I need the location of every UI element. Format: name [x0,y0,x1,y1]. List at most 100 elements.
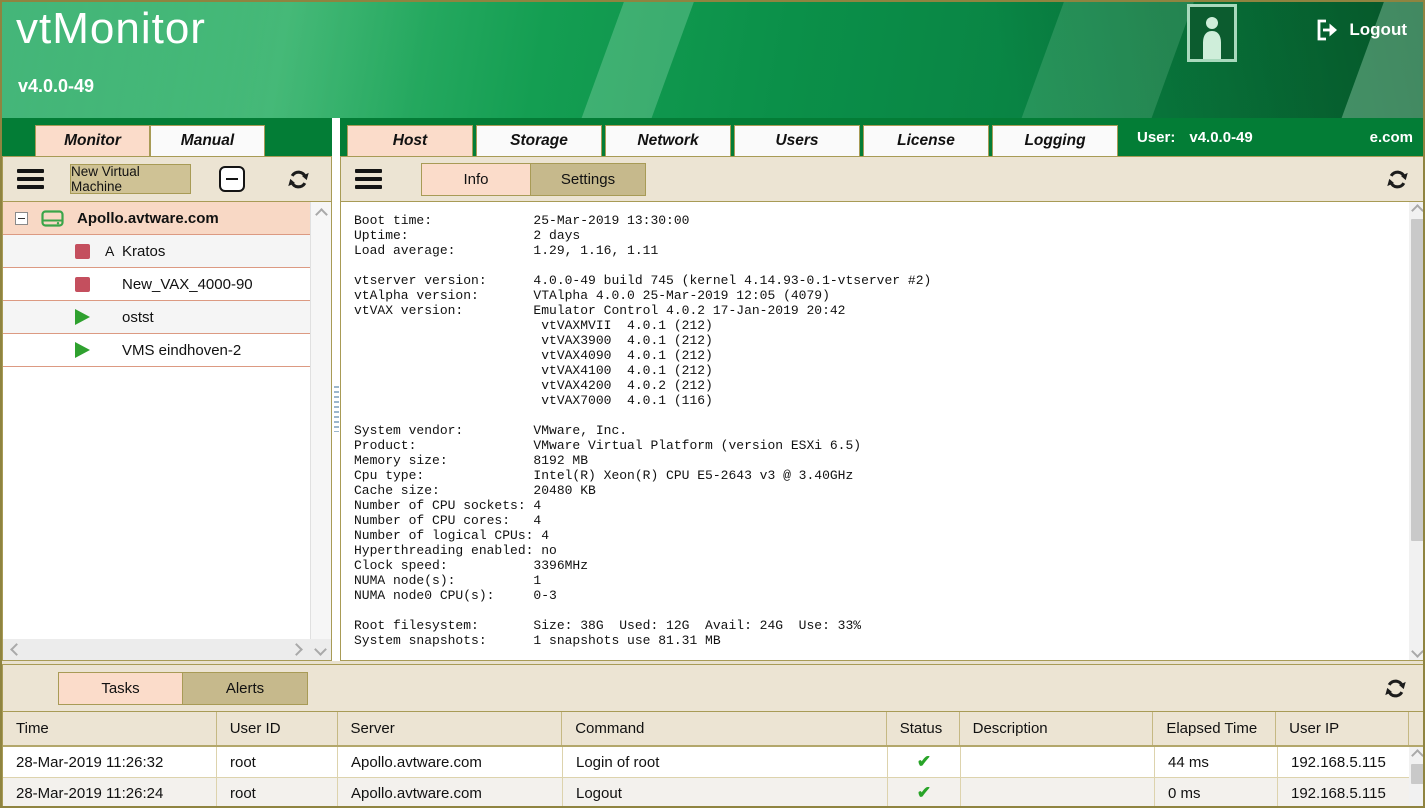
host-detail-toolbar: Info Settings [341,157,1425,202]
app-header: vtMonitor v4.0.0-49 Logout [2,2,1423,118]
scroll-up-arrow[interactable] [1409,747,1425,764]
vm-tree: Apollo.avtware.com A Kratos New_VAX_4000… [3,202,310,639]
cell-time: 28-Mar-2019 11:26:32 [3,747,217,778]
hamburger-bar [355,169,382,173]
tab-users-label: Users [775,132,818,150]
logout-label: Logout [1349,20,1407,40]
vm-name: Kratos [122,243,165,260]
subtab-info-label: Info [463,171,488,188]
tab-row: Monitor Manual Host Storage Network User… [2,118,1423,156]
tree-menu-icon[interactable] [17,169,44,189]
cell-description [961,778,1155,808]
tree-refresh-button[interactable] [286,167,311,192]
cell-user-ip: 192.168.5.115 [1278,747,1411,778]
tab-monitor[interactable]: Monitor [35,125,150,156]
subtab-settings[interactable]: Settings [531,163,646,196]
subtab-settings-label: Settings [561,171,615,188]
tab-logging-label: Logging [1024,132,1085,150]
collapse-node-icon[interactable] [15,212,28,225]
header-art-stripe [1011,2,1203,118]
scroll-up-arrow[interactable] [1409,202,1425,219]
vm-running-icon [75,309,91,326]
column-header-status: Status [887,712,960,745]
status-ok-icon: ✔ [917,752,931,772]
tree-row-vm[interactable]: ostst [3,301,310,334]
column-header-command: Command [562,712,887,745]
cell-command: Logout [563,778,888,808]
logout-button[interactable]: Logout [1315,18,1407,42]
subtab-tasks[interactable]: Tasks [58,672,183,705]
panel-splitter[interactable] [332,156,340,661]
vm-stopped-icon [75,243,91,260]
tree-row-host[interactable]: Apollo.avtware.com [3,202,310,235]
user-info-bar: User: v4.0.0-49 e.com [1121,118,1423,156]
left-tab-strip: Monitor Manual [2,118,332,156]
tab-storage[interactable]: Storage [476,125,602,156]
scroll-up-icon[interactable] [315,208,328,221]
tasks-table-header: Time User ID Server Command Status Descr… [3,712,1425,747]
cell-user-id: root [217,747,338,778]
tab-manual-label: Manual [181,132,234,150]
vm-name: VMS eindhoven-2 [122,342,241,359]
host-name: Apollo.avtware.com [77,210,219,227]
scroll-left-icon[interactable] [10,643,23,656]
tree-row-vm[interactable]: New_VAX_4000-90 [3,268,310,301]
scroll-down-icon[interactable] [314,643,327,656]
cell-user-ip: 192.168.5.115 [1278,778,1411,808]
cell-description [961,747,1155,778]
tree-row-vm[interactable]: VMS eindhoven-2 [3,334,310,367]
tasks-vertical-scrollbar[interactable] [1409,747,1425,808]
table-row[interactable]: 28-Mar-2019 11:26:32 root Apollo.avtware… [3,747,1425,778]
subtab-alerts[interactable]: Alerts [183,672,308,705]
new-virtual-machine-button[interactable]: New Virtual Machine [70,164,191,194]
person-icon [1197,15,1227,59]
scroll-right-icon[interactable] [290,643,303,656]
logout-icon [1315,18,1339,42]
refresh-icon [1385,167,1410,192]
app-version: v4.0.0-49 [18,76,94,97]
app-title: vtMonitor [16,4,206,54]
hamburger-bar [17,185,44,189]
scroll-down-arrow[interactable] [1409,643,1425,660]
subtab-alerts-label: Alerts [226,680,264,697]
main-tab-strip: Host Storage Network Users License Loggi… [340,118,1423,156]
host-info-content: Boot time: 25-Mar-2019 13:30:00 Uptime: … [341,202,1425,660]
tab-logging[interactable]: Logging [992,125,1118,156]
vtmonitor-window: vtMonitor v4.0.0-49 Logout Monitor Manua… [0,0,1425,808]
scroll-thumb[interactable] [1411,764,1424,784]
vm-prefix: A [105,243,122,259]
scroll-up-icon [1411,749,1424,762]
tab-row-gap [332,118,340,156]
tab-host[interactable]: Host [347,125,473,156]
tree-row-vm[interactable]: A Kratos [3,235,310,268]
tab-network[interactable]: Network [605,125,731,156]
column-header-user-id: User ID [217,712,338,745]
tab-storage-label: Storage [510,132,568,150]
column-header-elapsed-time: Elapsed Time [1153,712,1276,745]
hamburger-bar [17,177,44,181]
play-triangle [75,309,90,325]
vm-tree-toolbar: New Virtual Machine [3,157,331,202]
tree-scroll-corner[interactable] [310,639,331,660]
vm-running-icon [75,342,91,359]
host-menu-icon[interactable] [355,169,382,189]
collapse-all-button[interactable] [219,166,245,192]
table-row[interactable]: 28-Mar-2019 11:26:24 root Apollo.avtware… [3,778,1425,808]
splitter-grip-icon[interactable] [334,386,339,432]
tab-host-label: Host [393,132,427,150]
subtab-info[interactable]: Info [421,163,531,196]
scroll-thumb[interactable] [1411,219,1424,541]
tasks-refresh-button[interactable] [1383,676,1408,701]
tab-license[interactable]: License [863,125,989,156]
host-refresh-button[interactable] [1385,167,1410,192]
tab-manual[interactable]: Manual [150,125,265,156]
tab-users[interactable]: Users [734,125,860,156]
hamburger-bar [355,177,382,181]
host-domain-fragment: e.com [1370,129,1413,146]
tree-horizontal-scrollbar[interactable] [3,639,310,660]
content-vertical-scrollbar[interactable] [1409,202,1425,660]
tasks-toolbar: Tasks Alerts [3,665,1425,712]
scroll-down-icon [1411,645,1424,658]
tree-vertical-scrollbar[interactable] [310,202,331,639]
column-header-description: Description [960,712,1154,745]
